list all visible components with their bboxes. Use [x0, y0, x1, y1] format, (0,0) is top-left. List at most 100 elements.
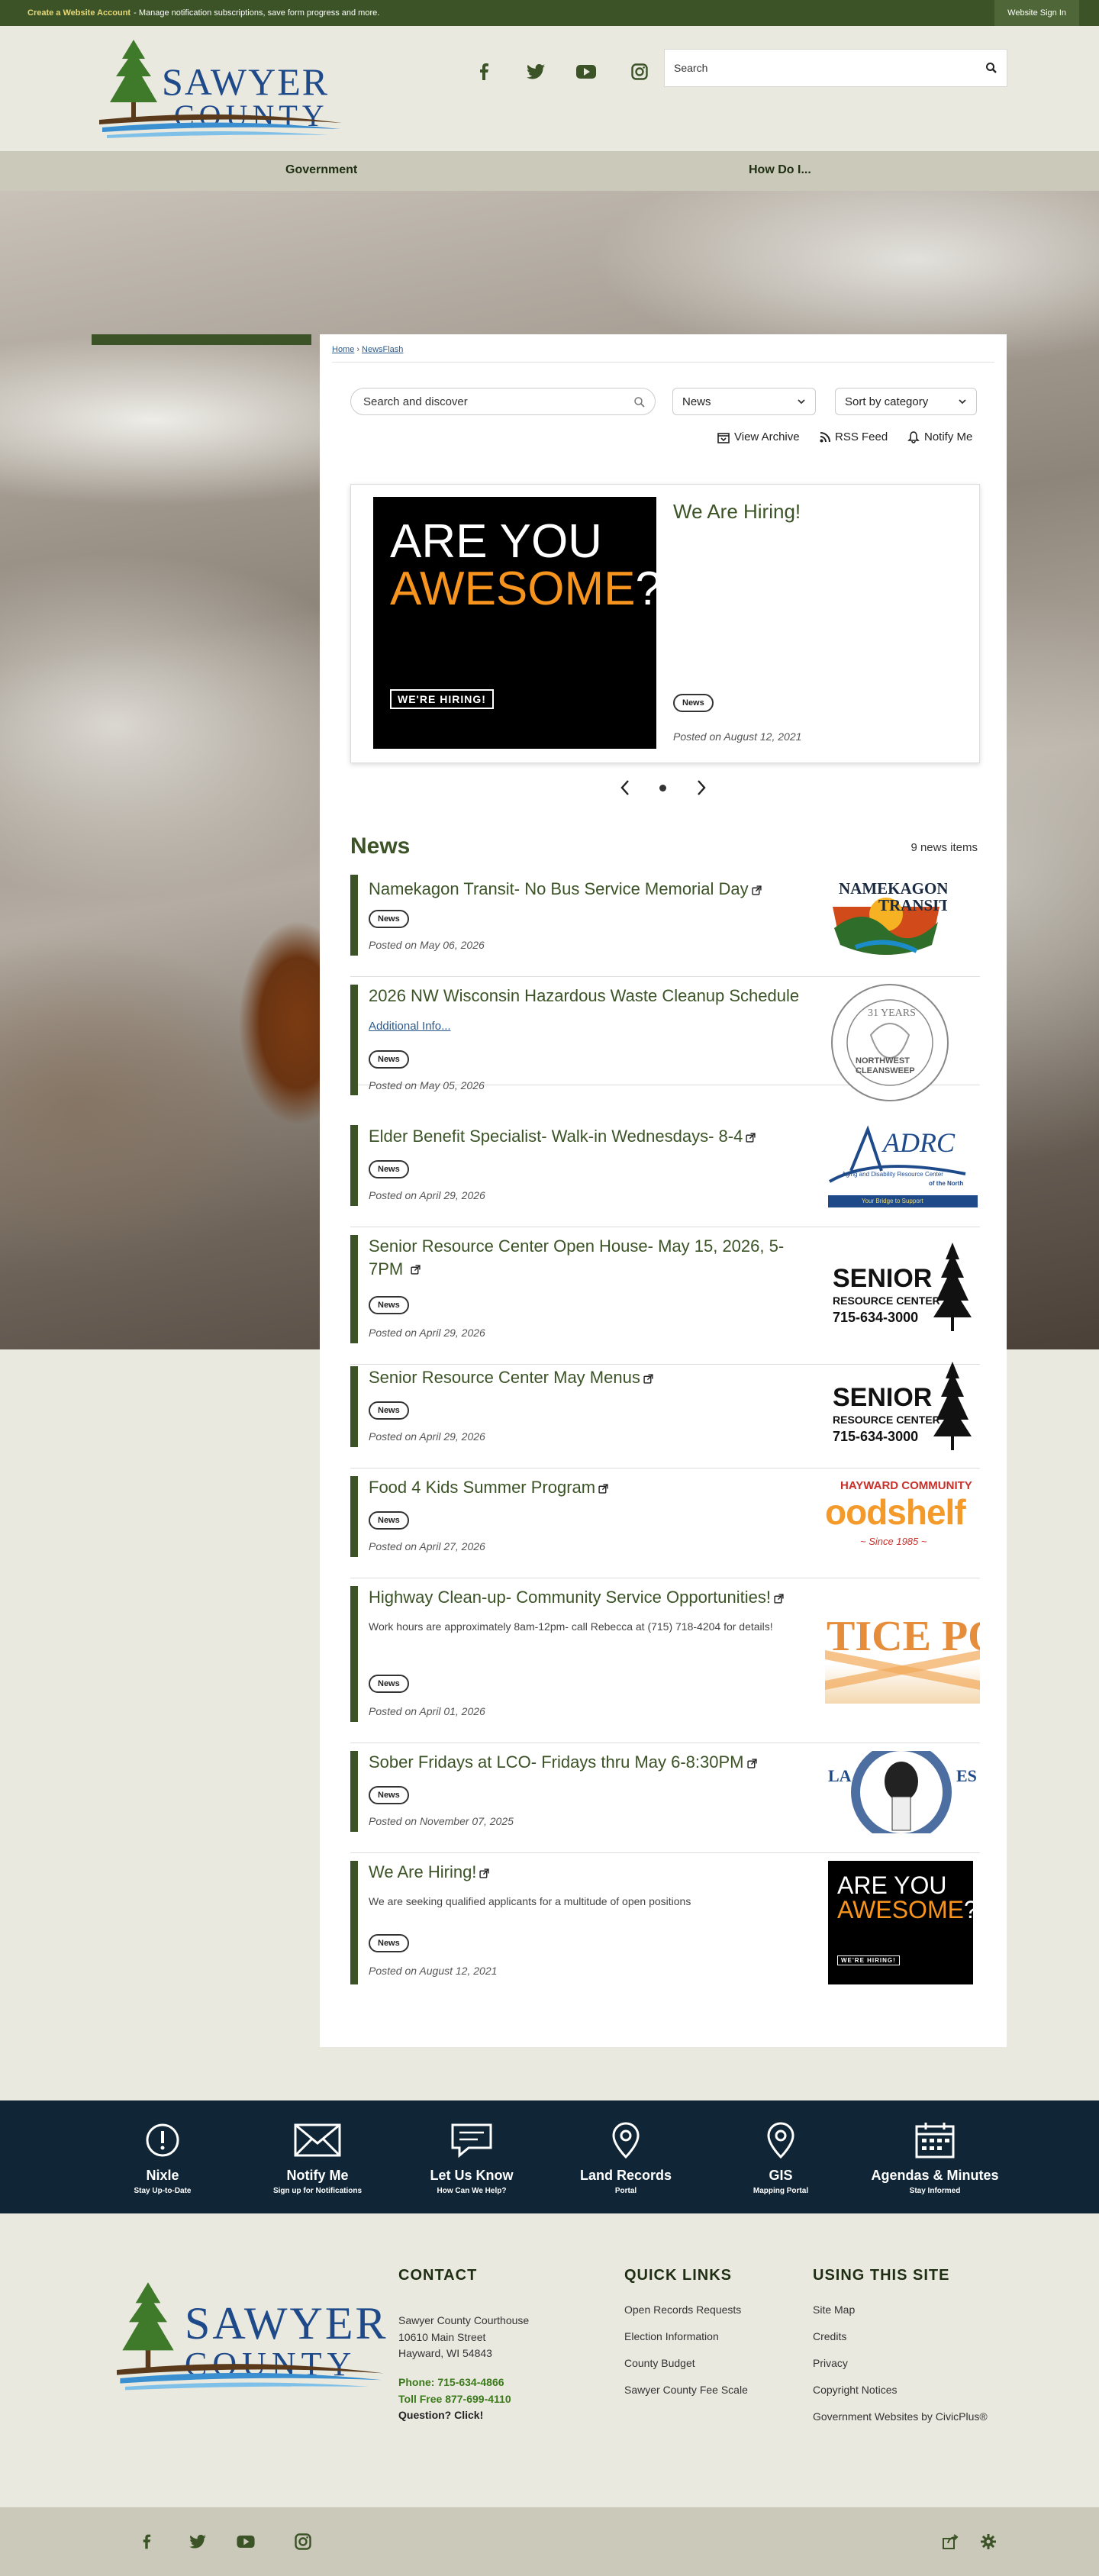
chevron-left-icon[interactable]: [619, 779, 631, 797]
quicklink-nixle[interactable]: Nixle Stay Up-to-Date: [86, 2117, 239, 2195]
chevron-right-icon[interactable]: [695, 779, 707, 797]
news-item-tag[interactable]: News: [369, 1160, 409, 1178]
news-item-tag[interactable]: News: [369, 1401, 409, 1420]
quicklink-title: Nixle: [146, 2168, 179, 2183]
quicklink-gis[interactable]: GIS Mapping Portal: [704, 2117, 857, 2195]
news-item-title[interactable]: Sober Fridays at LCO- Fridays thru May 6…: [369, 1751, 811, 1774]
cleansweep-years: 31 YEARS: [868, 1008, 916, 1019]
category-select[interactable]: News: [672, 388, 816, 415]
news-item-posted: Posted on May 06, 2026: [369, 939, 485, 951]
news-item-title[interactable]: Senior Resource Center May Menus: [369, 1366, 811, 1389]
share-icon[interactable]: [939, 2530, 962, 2553]
nav-how-do-i[interactable]: How Do I...: [749, 163, 811, 177]
featured-image-line-1: ARE YOU: [390, 515, 602, 568]
footer-link[interactable]: Privacy: [813, 2357, 848, 2369]
news-item-additional-info-link[interactable]: Additional Info...: [369, 1020, 451, 1033]
news-item-accent: [350, 875, 358, 956]
site-search-placeholder: Search: [674, 62, 708, 74]
news-item-tag[interactable]: News: [369, 1050, 409, 1069]
sign-in-button[interactable]: Website Sign In: [994, 0, 1079, 26]
facebook-icon[interactable]: [469, 56, 499, 87]
youtube-icon[interactable]: [571, 56, 601, 87]
discover-search-input[interactable]: Search and discover: [350, 388, 656, 415]
twitter-icon[interactable]: [520, 56, 551, 87]
notify-me-link[interactable]: Notify Me: [907, 430, 972, 443]
youtube-icon[interactable]: [234, 2530, 257, 2553]
nav-government[interactable]: Government: [285, 163, 357, 177]
instagram-icon[interactable]: [624, 56, 655, 87]
footer-link[interactable]: County Budget: [624, 2357, 695, 2369]
news-item-title[interactable]: Highway Clean-up- Community Service Oppo…: [369, 1586, 811, 1609]
breadcrumb-home[interactable]: Home: [332, 345, 354, 354]
news-item-title[interactable]: 2026 NW Wisconsin Hazardous Waste Cleanu…: [369, 985, 811, 1008]
footer-link[interactable]: Sawyer County Fee Scale: [624, 2384, 748, 2396]
news-item-title[interactable]: We Are Hiring!: [369, 1861, 811, 1884]
news-item-title[interactable]: Senior Resource Center Open House- May 1…: [369, 1235, 811, 1280]
twitter-icon[interactable]: [186, 2530, 209, 2553]
sort-select[interactable]: Sort by category: [835, 388, 977, 415]
featured-tag[interactable]: News: [673, 694, 714, 712]
news-item-tag[interactable]: News: [369, 1675, 409, 1693]
featured-news-card[interactable]: ARE YOU AWESOME? WE'RE HIRING! We Are Hi…: [350, 484, 980, 763]
thumb-line-1: ARE YOU: [837, 1872, 947, 1899]
facebook-icon[interactable]: [135, 2530, 158, 2553]
contact-tollfree[interactable]: Toll Free 877-699-4110: [398, 2391, 529, 2408]
featured-title[interactable]: We Are Hiring!: [673, 500, 801, 524]
footer-logo-line-1: SAWYER: [185, 2298, 388, 2349]
footer-link[interactable]: Election Information: [624, 2330, 719, 2342]
quicklink-let-us-know[interactable]: Let Us Know How Can We Help?: [395, 2117, 548, 2195]
instagram-icon[interactable]: [292, 2530, 314, 2553]
footer-link[interactable]: Site Map: [813, 2304, 855, 2316]
side-accent-bar: [92, 334, 311, 345]
site-search-input[interactable]: Search: [664, 49, 1007, 87]
quicklink-agendas-minutes[interactable]: Agendas & Minutes Stay Informed: [859, 2117, 1011, 2195]
foodshelf-top-text: HAYWARD COMMUNITY: [840, 1479, 972, 1492]
contact-line-3: Hayward, WI 54843: [398, 2347, 492, 2360]
pine-tree-icon: [110, 40, 157, 119]
news-item-title[interactable]: Namekagon Transit- No Bus Service Memori…: [369, 878, 811, 901]
footer-link[interactable]: Credits: [813, 2330, 846, 2342]
news-item-title[interactable]: Food 4 Kids Summer Program: [369, 1476, 811, 1499]
alert-icon: [146, 2123, 179, 2157]
senior-resource-center-logo: SENIOR RESOURCE CENTER 715-634-3000: [828, 1362, 973, 1452]
cleansweep-name-1: NORTHWEST: [856, 1056, 910, 1066]
site-footer: SAWYER COUNTY CONTACT Sawyer County Cour…: [0, 2213, 1099, 2507]
featured-image-line-2: AWESOME?: [390, 563, 656, 615]
quicklink-land-records[interactable]: Land Records Portal: [550, 2117, 702, 2195]
site-logo[interactable]: SAWYER COUNTY: [99, 40, 343, 147]
carousel-dot[interactable]: [659, 785, 666, 791]
news-item-tag[interactable]: News: [369, 1511, 409, 1530]
senior-logo-line-1: SENIOR: [833, 1383, 933, 1412]
breadcrumb-current[interactable]: NewsFlash: [362, 345, 403, 354]
news-item: Elder Benefit Specialist- Walk-in Wednes…: [350, 1125, 980, 1227]
news-item-posted: Posted on August 12, 2021: [369, 1965, 498, 1977]
external-link-icon: [774, 1594, 784, 1604]
gear-icon[interactable]: [977, 2530, 1000, 2553]
news-item-tag[interactable]: News: [369, 910, 409, 928]
contact-question-link[interactable]: Question? Click!: [398, 2407, 529, 2424]
search-icon[interactable]: [633, 396, 646, 408]
rss-feed-link[interactable]: RSS Feed: [820, 430, 888, 443]
adrc-logo-sub-2: of the North: [929, 1180, 964, 1187]
footer-logo[interactable]: SAWYER COUNTY: [110, 2282, 392, 2397]
contact-phone[interactable]: Phone: 715-634-4866: [398, 2374, 529, 2391]
footer-link[interactable]: Government Websites by CivicPlus®: [813, 2410, 988, 2423]
external-link-icon: [752, 885, 762, 895]
news-item-tag[interactable]: News: [369, 1934, 409, 1952]
search-icon[interactable]: [985, 62, 997, 74]
senior-logo-phone: 715-634-3000: [833, 1429, 919, 1444]
news-item-tag[interactable]: News: [369, 1296, 409, 1314]
footer-contact-heading: CONTACT: [398, 2267, 478, 2284]
quicklink-notify-me[interactable]: Notify Me Sign up for Notifications: [241, 2117, 394, 2195]
news-item-accent: [350, 1861, 358, 1984]
archive-icon: [717, 432, 730, 443]
footer-link[interactable]: Copyright Notices: [813, 2384, 898, 2396]
view-archive-link[interactable]: View Archive: [717, 430, 800, 443]
create-account-link[interactable]: Create a Website Account: [27, 8, 131, 18]
quicklink-subtitle: Portal: [614, 2187, 637, 2195]
footer-link[interactable]: Open Records Requests: [624, 2304, 741, 2316]
news-item-tag[interactable]: News: [369, 1786, 409, 1804]
chevron-down-icon: [798, 399, 805, 405]
featured-posted-date: Posted on August 12, 2021: [673, 730, 802, 743]
news-item-title[interactable]: Elder Benefit Specialist- Walk-in Wednes…: [369, 1125, 811, 1148]
